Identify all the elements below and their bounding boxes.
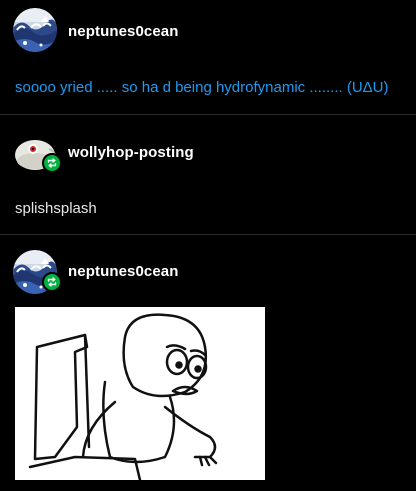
username[interactable]: neptunes0cean bbox=[68, 263, 179, 280]
reblog-icon bbox=[47, 158, 57, 168]
post-text: soooo yried ..... so ha d being hydrofyn… bbox=[15, 79, 389, 96]
reblog-badge bbox=[42, 153, 62, 173]
post-text: splishsplash bbox=[15, 200, 97, 217]
post-image[interactable] bbox=[15, 307, 265, 480]
worried-sketch-drawing bbox=[15, 307, 265, 480]
reblog-badge bbox=[42, 272, 62, 292]
avatar-wave-icon[interactable] bbox=[13, 8, 57, 52]
username[interactable]: wollyhop-posting bbox=[68, 144, 194, 161]
avatar-wrap[interactable] bbox=[13, 8, 57, 52]
username[interactable]: neptunes0cean bbox=[68, 23, 179, 40]
post-2: wollyhop-posting splishsplash bbox=[0, 114, 416, 234]
avatar-wrap[interactable] bbox=[13, 131, 62, 175]
avatar-wrap[interactable] bbox=[13, 250, 62, 294]
post-1: neptunes0cean soooo yried ..... so ha d … bbox=[0, 0, 416, 114]
reblog-icon bbox=[47, 277, 57, 287]
